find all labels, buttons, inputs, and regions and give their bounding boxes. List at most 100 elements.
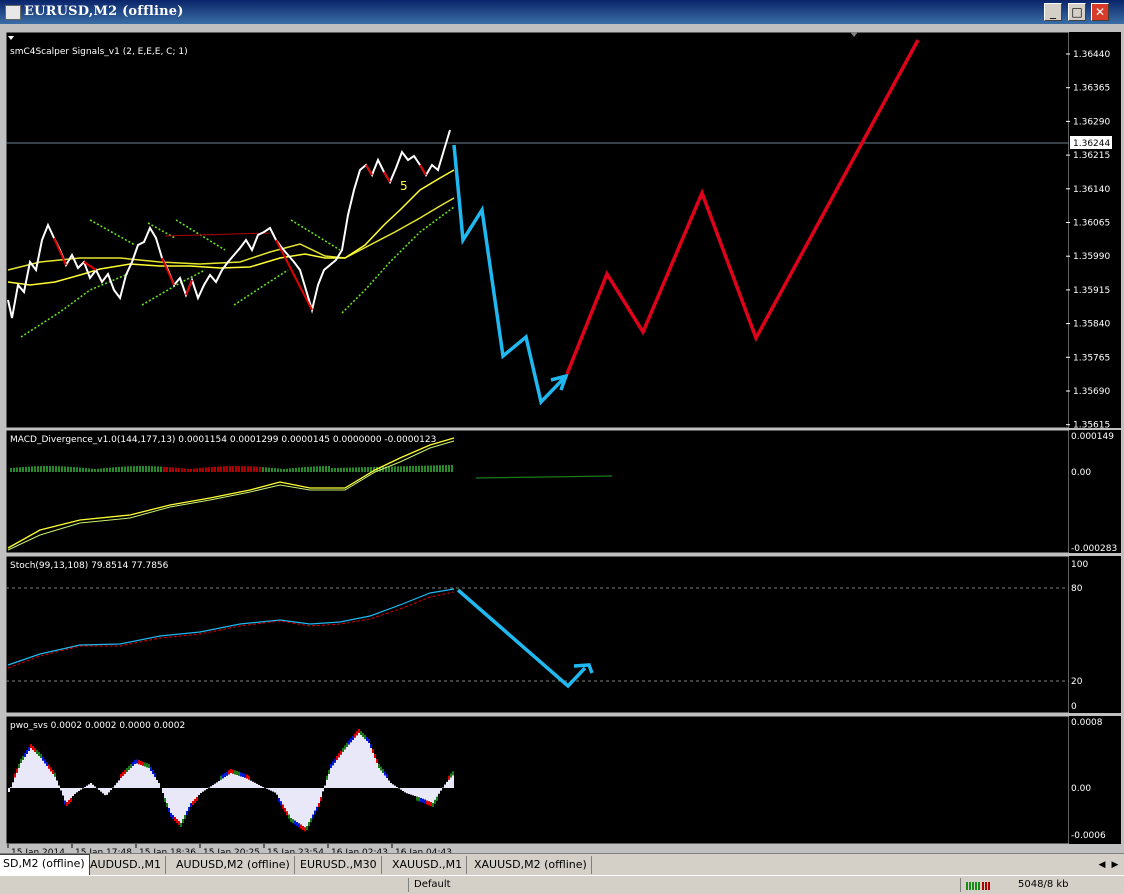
pwo-bar <box>436 788 438 797</box>
status-traffic: 5048/8 kb <box>1018 879 1069 890</box>
chart-window[interactable]: smC4Scalper Signals_v1 (2, E,E,E, C; 1) … <box>0 24 1124 856</box>
price-axis-label: 1.36065 <box>1073 219 1110 229</box>
macd-histogram-bar <box>148 466 150 472</box>
macd-histogram-bar <box>124 466 126 472</box>
pwo-edge <box>428 801 430 805</box>
pwo-edge <box>296 822 298 826</box>
macd-histogram-bar <box>256 467 258 472</box>
pwo-bar <box>390 783 392 788</box>
macd-histogram-bar <box>160 467 162 472</box>
pwo-bar <box>358 733 360 788</box>
pwo-bar <box>102 788 104 793</box>
tab-scroll-left-icon[interactable]: ◀ <box>1096 859 1108 871</box>
pwo-bar <box>246 779 248 788</box>
macd-histogram-bar <box>301 467 303 472</box>
pwo-edge <box>122 772 124 776</box>
maximize-button[interactable]: □ <box>1068 3 1086 21</box>
close-button[interactable]: ✕ <box>1091 3 1109 21</box>
pwo-edge <box>346 743 348 747</box>
pwo-bar <box>344 749 346 788</box>
window-titlebar: EURUSD,M2 (offline) _ □ ✕ <box>0 0 1124 24</box>
pwo-bar <box>204 788 206 790</box>
pwo-pane[interactable]: pwo_svs 0.0002 0.0002 0.0000 0.0002 0.00… <box>6 716 1121 844</box>
macd-pane[interactable]: MACD_Divergence_v1.0(144,177,13) 0.00011… <box>6 430 1121 554</box>
pwo-bar <box>126 772 128 788</box>
pwo-scale-bottom: -0.0006 <box>1071 831 1106 841</box>
tab-audusd-m2-offline[interactable]: AUDUSD,M2 (offline) <box>172 856 295 874</box>
pwo-bar <box>300 788 302 825</box>
macd-histogram-bar <box>349 468 351 472</box>
pwo-edge <box>298 823 300 827</box>
pwo-edge <box>226 772 228 776</box>
macd-histogram-bar <box>250 466 252 472</box>
macd-histogram-bar <box>283 469 285 472</box>
pwo-bar <box>32 750 34 788</box>
macd-histogram-bar <box>181 468 183 472</box>
app-icon[interactable] <box>5 5 21 20</box>
macd-histogram-bar <box>355 467 357 472</box>
pwo-edge <box>54 773 56 777</box>
pwo-edge <box>362 733 364 737</box>
pwo-edge <box>228 770 230 774</box>
macd-histogram-bar <box>202 468 204 472</box>
pwo-edge <box>302 826 304 830</box>
pwo-edge <box>40 754 42 758</box>
stochastic-pane[interactable]: Stoch(99,13,108) 79.8514 77.7856 100 80 … <box>6 556 1121 713</box>
maximize-icon: □ <box>1071 5 1082 19</box>
status-profile[interactable]: Default <box>414 879 451 890</box>
pwo-bar <box>182 788 184 819</box>
macd-histogram-bar <box>109 468 111 472</box>
pwo-edge <box>150 767 152 771</box>
macd-histogram-bar <box>10 468 12 472</box>
macd-histogram-bar <box>346 468 348 472</box>
minimize-button[interactable]: _ <box>1044 3 1062 21</box>
pwo-edge <box>304 827 306 831</box>
pwo-bar <box>164 788 166 798</box>
tab-eurusd-m2-offline[interactable]: SD,M2 (offline) <box>0 854 90 875</box>
pwo-bar <box>382 773 384 788</box>
pwo-edge <box>124 770 126 774</box>
pwo-bar <box>116 783 118 788</box>
pwo-edge <box>154 773 156 777</box>
pwo-bar <box>400 788 402 790</box>
macd-histogram-bar <box>295 468 297 472</box>
pwo-edge <box>350 738 352 742</box>
pwo-bar <box>148 768 150 788</box>
macd-histogram-bar <box>118 467 120 472</box>
pwo-edge <box>308 822 310 826</box>
tab-scroll-right-icon[interactable]: ▶ <box>1109 859 1121 871</box>
pwo-edge <box>230 769 232 773</box>
pwo-bar <box>292 788 294 819</box>
macd-histogram-bar <box>292 468 294 472</box>
pwo-edge <box>358 729 360 733</box>
pwo-edge <box>132 762 134 766</box>
chart-canvas[interactable]: smC4Scalper Signals_v1 (2, E,E,E, C; 1) … <box>0 24 1124 856</box>
pwo-bar <box>374 758 376 788</box>
pwo-edge <box>436 797 438 801</box>
pwo-bar <box>46 766 48 788</box>
pwo-bar <box>8 788 10 792</box>
main-price-pane[interactable]: smC4Scalper Signals_v1 (2, E,E,E, C; 1) … <box>6 32 1121 431</box>
tab-xauusd-m1[interactable]: XAUUSD.,M1 <box>388 856 467 874</box>
pwo-bar <box>138 764 140 788</box>
macd-histogram-bar <box>340 468 342 472</box>
pwo-bar <box>152 774 154 788</box>
tab-audusd-m1[interactable]: AUDUSD.,M1 <box>86 856 166 874</box>
tab-eurusd-m30[interactable]: EURUSD.,M30 <box>296 856 382 874</box>
pwo-edge <box>432 803 434 807</box>
macd-histogram-bar <box>271 468 273 472</box>
macd-histogram-bar <box>196 468 198 472</box>
stoch-scale-100: 100 <box>1071 560 1088 570</box>
macd-histogram-bar <box>82 468 84 472</box>
pwo-edge <box>30 744 32 748</box>
tab-xauusd-m2-offline[interactable]: XAUUSD,M2 (offline) <box>470 856 592 874</box>
pwo-bar <box>414 788 416 796</box>
macd-histogram-bar <box>343 468 345 472</box>
pwo-bar <box>286 788 288 811</box>
macd-histogram-bar <box>424 466 426 472</box>
pwo-edge <box>342 748 344 752</box>
pwo-edge <box>320 797 322 801</box>
pwo-bar <box>222 778 224 788</box>
macd-histogram-bar <box>31 466 33 472</box>
macd-histogram-bar <box>277 468 279 472</box>
